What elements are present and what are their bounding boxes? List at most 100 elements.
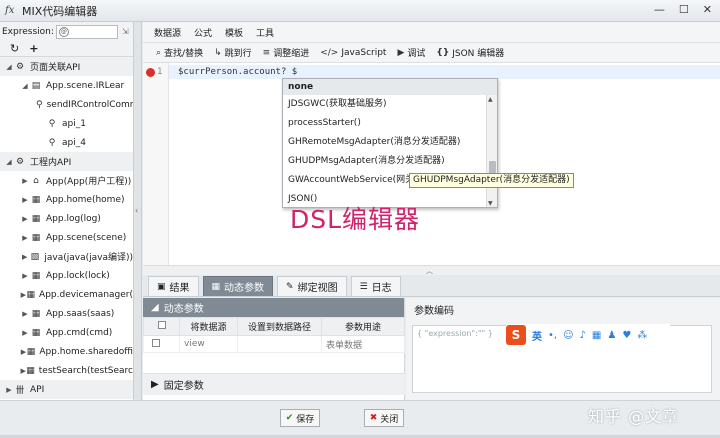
expand-arrow-icon[interactable]: ◢	[20, 82, 30, 90]
tree-node-icon: ▦	[31, 327, 41, 338]
ime-skin-icon[interactable]: ♥	[622, 330, 631, 341]
menu-template[interactable]: 模板	[225, 26, 243, 39]
tree-node-icon: 卌	[15, 386, 25, 396]
tree-item[interactable]: ▶ ⌂ App(App(用户工程))	[0, 171, 133, 190]
minimize-button[interactable]: —	[654, 3, 665, 16]
debug-button[interactable]: ▶ 调试	[397, 46, 425, 60]
scroll-up-icon[interactable]: ▲	[488, 96, 493, 103]
tree-item[interactable]: ▶ ▦ testSearch(testSearc	[0, 361, 133, 380]
tab-1[interactable]: ▦ 动态参数	[202, 276, 274, 296]
ime-user-icon[interactable]: ♟	[607, 330, 616, 341]
tree-item[interactable]: ▶ ▦ App.home(home)	[0, 190, 133, 209]
breakpoint-icon[interactable]	[146, 68, 155, 77]
javascript-button[interactable]: </> JavaScript	[320, 48, 386, 58]
select-all-checkbox-header[interactable]	[143, 317, 180, 336]
tree-item[interactable]: ▶ ▦ App.scene(scene)	[0, 228, 133, 247]
refresh-icon[interactable]: ↻	[10, 42, 19, 55]
expand-arrow-icon[interactable]: ▶	[20, 177, 30, 185]
tree-item[interactable]: ▶ ▦ App.home.sharedoffi	[0, 342, 133, 361]
autocomplete-item[interactable]: GHRemoteMsgAdapter(消息分发适配器)	[283, 133, 497, 152]
expand-arrow-icon[interactable]: ▶	[20, 253, 29, 261]
add-icon[interactable]: +	[29, 42, 38, 55]
tree-item[interactable]: ▶ ▦ App.log(log)	[0, 209, 133, 228]
tree-item[interactable]: ⚲ api_1	[0, 114, 133, 133]
bottom-tabs: ▣ 结果 ▦ 动态参数 ✎ 绑定视图 ☰ 日志	[143, 275, 720, 297]
indent-button[interactable]: ≡ 调整缩进	[262, 46, 310, 60]
menu-tools[interactable]: 工具	[256, 26, 274, 39]
close-window-button[interactable]: ✕	[703, 3, 712, 16]
menu-datasource[interactable]: 数据源	[154, 26, 181, 39]
collapse-left-icon[interactable]: ‹	[135, 206, 138, 215]
tab-2[interactable]: ✎ 绑定视图	[277, 276, 347, 296]
scroll-down-icon[interactable]: ▼	[488, 200, 493, 207]
sogou-logo-icon[interactable]: S	[506, 325, 526, 345]
autocomplete-item[interactable]: processStarter()	[283, 114, 497, 133]
tree-item[interactable]: ▶ ▦ App.lock(lock)	[0, 266, 133, 285]
expand-arrow-icon[interactable]: ▶	[20, 234, 30, 242]
autocomplete-item[interactable]: GHUDPMsgAdapter(消息分发适配器)	[283, 152, 497, 171]
tab-label: 结果	[169, 283, 190, 294]
line-number: 1	[157, 67, 163, 77]
tree-item[interactable]: ▶ ▦ App.saas(saas)	[0, 304, 133, 323]
tree-node-icon: ▦	[31, 308, 41, 319]
tree-item[interactable]: ⚲ api_4	[0, 133, 133, 152]
expand-arrow-icon[interactable]: ▶	[4, 386, 14, 394]
ime-tools-icon[interactable]: ⁂	[637, 330, 647, 341]
code-line[interactable]: $currPerson.account? $	[169, 65, 720, 79]
code-text: $currPerson.account? $	[178, 67, 298, 77]
tree-item[interactable]: ▶ ▦ App.devicemanager(	[0, 285, 133, 304]
horizontal-splitter[interactable]: ︿	[143, 265, 720, 275]
ime-voice-icon[interactable]: ♪	[580, 330, 586, 341]
tree-section[interactable]: ◢ ⚙ 工程内API	[0, 152, 133, 171]
row-checkbox[interactable]	[152, 338, 160, 347]
ime-lang-toggle[interactable]: 英	[532, 328, 542, 343]
dynamic-params-header[interactable]: ◢ 动态参数	[143, 298, 404, 317]
tree-node-icon: ▦	[31, 270, 41, 281]
select-all-checkbox[interactable]	[157, 321, 166, 329]
autocomplete-scrollbar[interactable]: ▲ ▼	[486, 95, 497, 207]
cell-source[interactable]: view	[179, 335, 238, 353]
expression-label: Expression:	[2, 26, 54, 37]
expand-arrow-icon[interactable]: ▶	[20, 310, 30, 318]
expand-arrow-icon[interactable]: ▶	[20, 272, 30, 280]
tree-node-icon: ⚙	[15, 61, 25, 72]
close-button[interactable]: ✖ 关闭	[364, 409, 404, 427]
expand-arrow-icon[interactable]: ◢	[4, 63, 14, 71]
goto-line-button[interactable]: ↳ 跳到行	[214, 46, 252, 60]
save-button[interactable]: ✔ 保存	[280, 409, 320, 427]
tree-item[interactable]: ▶ ▧ java(java(java编译))	[0, 247, 133, 266]
fixed-params-header[interactable]: ▶ 固定参数	[143, 373, 405, 395]
expand-arrow-icon[interactable]: ▶	[20, 215, 30, 223]
vertical-splitter[interactable]: ‹	[134, 22, 142, 400]
tree-item[interactable]: ⚲ sendIRControlComm	[0, 95, 133, 114]
expression-search-input[interactable]: @	[55, 24, 118, 39]
ime-punct-icon[interactable]: •,	[548, 330, 557, 341]
autocomplete-item[interactable]: JDSGWC(获取基础服务)	[283, 95, 497, 114]
title-bar: fx MIX代码编辑器 — ☐ ✕	[0, 0, 720, 22]
cell-use[interactable]: 表单数据	[321, 335, 405, 353]
expand-arrow-icon[interactable]: ▶	[20, 329, 30, 337]
code-editor[interactable]: 1 $currPerson.account? $ none JDSGWC(获取基…	[143, 63, 720, 265]
indent-icon: ≡	[262, 47, 271, 58]
tree-item[interactable]: ◢ ▤ App.scene.IRLear	[0, 76, 133, 95]
tree-node-icon: ▦	[26, 289, 36, 300]
menu-formula[interactable]: 公式	[194, 26, 212, 39]
cell-path[interactable]	[237, 335, 322, 353]
find-replace-button[interactable]: ⌕ 查找/替换	[156, 46, 203, 60]
ime-keyboard-icon[interactable]: ▦	[592, 330, 601, 341]
expand-arrow-icon[interactable]: ▶	[20, 196, 30, 204]
tree-section[interactable]: ◢ ⚙ 页面关联API	[0, 57, 133, 76]
table-row[interactable]: view 表单数据	[143, 335, 405, 353]
line-gutter: 1	[143, 63, 169, 265]
json-editor-button[interactable]: {} JSON 编辑器	[436, 46, 504, 60]
tab-0[interactable]: ▣ 结果	[148, 276, 199, 296]
maximize-button[interactable]: ☐	[679, 3, 689, 16]
expand-arrow-icon[interactable]: ▶	[20, 348, 27, 356]
api-tree: ◢ ⚙ 页面关联API ◢ ▤ App.scene.IRLear ⚲ sendIRContro…	[0, 57, 133, 399]
clear-icon[interactable]: ⇲	[122, 27, 129, 36]
tree-item[interactable]: ▶ ▦ App.cmd(cmd)	[0, 323, 133, 342]
tab-3[interactable]: ☰ 日志	[350, 276, 401, 296]
tree-section[interactable]: ▶ 卌 API	[0, 380, 133, 399]
expand-arrow-icon[interactable]: ◢	[4, 158, 14, 166]
ime-emoji-icon[interactable]: ☺	[563, 330, 573, 341]
